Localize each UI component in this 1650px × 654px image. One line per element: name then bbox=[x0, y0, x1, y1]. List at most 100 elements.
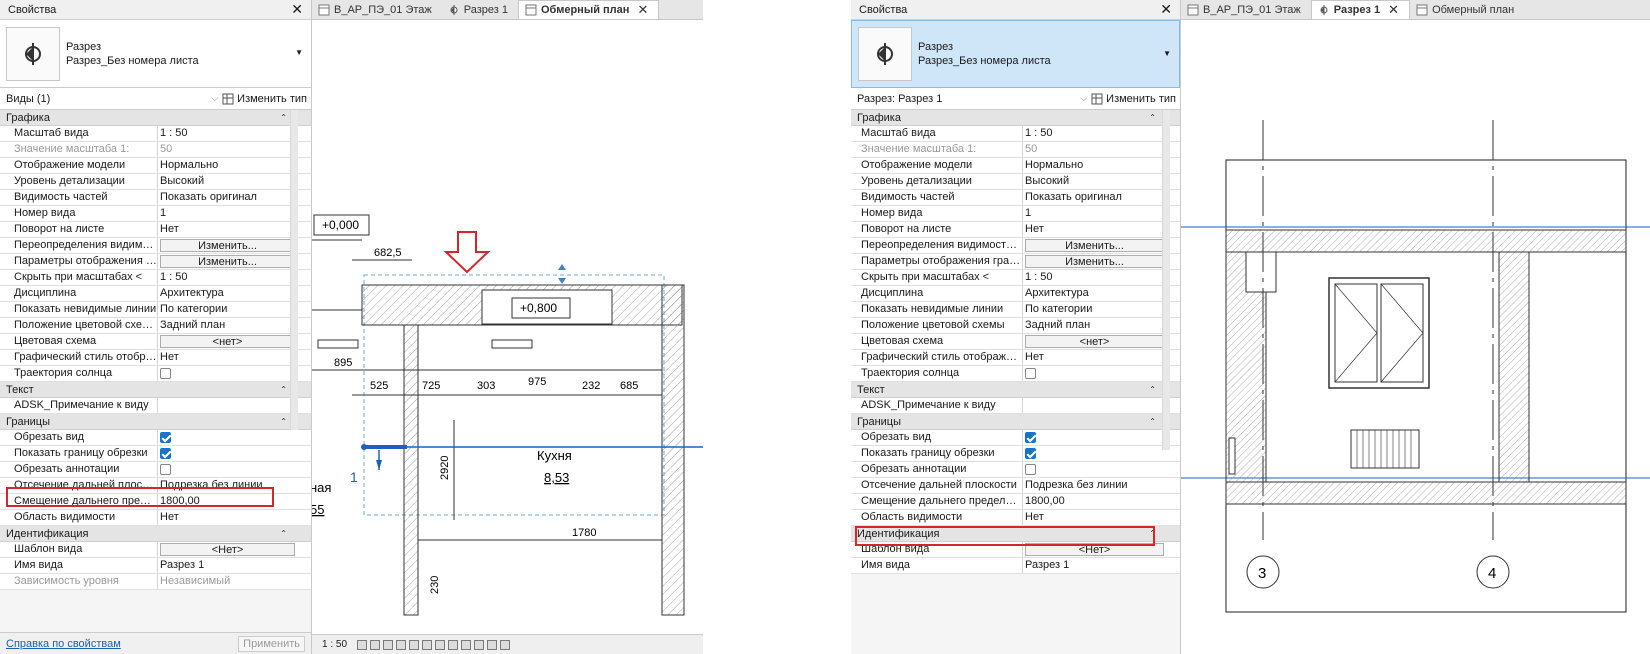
property-value[interactable]: 1 : 50 bbox=[1023, 126, 1180, 141]
property-value[interactable]: Нет bbox=[158, 510, 311, 525]
property-button[interactable]: <нет> bbox=[160, 335, 295, 348]
chevron-down-icon[interactable]: ⌵ bbox=[211, 93, 218, 104]
property-value[interactable]: 1800,00 bbox=[1023, 494, 1180, 509]
property-row[interactable]: Номер вида 1 bbox=[0, 206, 311, 222]
checkbox-checked-icon[interactable] bbox=[1025, 448, 1036, 460]
property-value[interactable]: Нет bbox=[1023, 222, 1180, 237]
property-checkbox[interactable] bbox=[158, 462, 311, 477]
checkbox-checked-icon[interactable] bbox=[160, 432, 171, 444]
property-row[interactable]: Имя вида Разрез 1 bbox=[0, 558, 311, 574]
section-header-text[interactable]: Текст ⌃ bbox=[851, 382, 1180, 398]
property-value[interactable]: Изменить... bbox=[158, 254, 311, 269]
property-button[interactable]: Изменить... bbox=[160, 239, 295, 252]
property-button[interactable]: Изменить... bbox=[1025, 239, 1164, 252]
property-button[interactable]: Изменить... bbox=[1025, 255, 1164, 268]
property-value[interactable]: 1 : 50 bbox=[158, 270, 311, 285]
property-value[interactable]: Нормально bbox=[1023, 158, 1180, 173]
property-checkbox[interactable] bbox=[1023, 446, 1180, 461]
property-row[interactable]: Поворот на листе Нет bbox=[851, 222, 1180, 238]
property-value[interactable]: 50 bbox=[158, 142, 311, 157]
collapse-icon[interactable]: ⌃ bbox=[1149, 417, 1156, 426]
property-value[interactable]: Задний план bbox=[158, 318, 311, 333]
property-button[interactable]: Изменить... bbox=[160, 255, 295, 268]
property-row[interactable]: Траектория солнца bbox=[0, 366, 311, 382]
property-value[interactable]: Нет bbox=[1023, 510, 1180, 525]
section-header-text[interactable]: Текст ⌃ bbox=[0, 382, 311, 398]
property-value[interactable]: Нет bbox=[158, 222, 311, 237]
property-row[interactable]: Положение цветовой схемы Задний план bbox=[851, 318, 1180, 334]
close-icon[interactable]: ✕ bbox=[1388, 2, 1399, 18]
chevron-down-icon[interactable]: ⌵ bbox=[1080, 93, 1087, 104]
section-header-graphics[interactable]: Графика ⌃ bbox=[0, 110, 311, 126]
close-icon[interactable]: ✕ bbox=[291, 1, 303, 18]
checkbox-empty-icon[interactable] bbox=[160, 368, 171, 380]
chevron-down-icon[interactable]: ▼ bbox=[1163, 49, 1171, 58]
property-row[interactable]: Обрезать аннотации bbox=[0, 462, 311, 478]
property-row[interactable]: Скрыть при масштабах <1 : 50 bbox=[0, 270, 311, 286]
property-checkbox[interactable] bbox=[1023, 462, 1180, 477]
instance-selector[interactable]: Разрез: Разрез 1 ⌵ Изменить тип bbox=[851, 88, 1180, 110]
property-row[interactable]: Положение цветовой схемы Задний план bbox=[0, 318, 311, 334]
property-row[interactable]: Отображение модели Нормально bbox=[0, 158, 311, 174]
property-row[interactable]: Область видимости Нет bbox=[851, 510, 1180, 526]
collapse-icon[interactable]: ⌃ bbox=[280, 385, 287, 394]
room-name[interactable]: Кухня bbox=[537, 448, 572, 463]
section-mark-left[interactable]: 1 bbox=[350, 469, 358, 485]
checkbox-checked-icon[interactable] bbox=[160, 448, 171, 460]
section-header-identity[interactable]: Идентификация ⌃ bbox=[0, 526, 311, 542]
property-checkbox[interactable] bbox=[1023, 430, 1180, 445]
grid-label-3[interactable]: 3 bbox=[1258, 565, 1266, 582]
property-row[interactable]: Показать границу обрезки bbox=[0, 446, 311, 462]
property-button[interactable]: <Нет> bbox=[160, 543, 295, 556]
property-row[interactable]: Масштаб вида 1 : 50 bbox=[851, 126, 1180, 142]
property-button[interactable]: <нет> bbox=[1025, 335, 1164, 348]
property-row[interactable]: Показать границу обрезки bbox=[851, 446, 1180, 462]
property-checkbox[interactable] bbox=[158, 366, 311, 381]
property-value[interactable]: <Нет> bbox=[158, 542, 311, 557]
grid-label-4[interactable]: 4 bbox=[1488, 565, 1496, 582]
property-row[interactable]: Параметры отображения граф...Изменить... bbox=[0, 254, 311, 270]
apply-button[interactable]: Применить bbox=[238, 635, 305, 652]
properties-scrollbar[interactable] bbox=[290, 110, 298, 430]
edit-type-button[interactable]: Изменить тип bbox=[1091, 93, 1176, 105]
property-row[interactable]: Видимость частей Показать оригинал bbox=[851, 190, 1180, 206]
tab-floor-plan[interactable]: В_АР_ПЭ_01 Этаж bbox=[1181, 0, 1311, 19]
property-row[interactable]: Значение масштаба 1: 50 bbox=[851, 142, 1180, 158]
properties-scrollbar[interactable] bbox=[1162, 110, 1170, 450]
checkbox-empty-icon[interactable] bbox=[160, 464, 171, 476]
tab-section[interactable]: Разрез 1 bbox=[442, 0, 518, 19]
property-checkbox[interactable] bbox=[158, 446, 311, 461]
property-row[interactable]: Смещение дальнего предела с...1800,00 bbox=[851, 494, 1180, 510]
property-row[interactable]: Отображение модели Нормально bbox=[851, 158, 1180, 174]
property-value[interactable] bbox=[158, 398, 311, 413]
property-row[interactable]: Переопределения видимости/...Изменить... bbox=[0, 238, 311, 254]
tab-survey-plan[interactable]: Обмерный план ✕ bbox=[518, 0, 660, 19]
property-row[interactable]: Поворот на листе Нет bbox=[0, 222, 311, 238]
level-tag-1[interactable]: +0,000 bbox=[322, 218, 359, 232]
property-row[interactable]: Скрыть при масштабах <1 : 50 bbox=[851, 270, 1180, 286]
collapse-icon[interactable]: ⌃ bbox=[280, 529, 287, 538]
property-value[interactable]: 1 : 50 bbox=[158, 126, 311, 141]
close-icon[interactable]: ✕ bbox=[1160, 1, 1172, 18]
property-value[interactable]: Нет bbox=[158, 350, 311, 365]
property-value[interactable]: Высокий bbox=[1023, 174, 1180, 189]
property-row[interactable]: Уровень детализации Высокий bbox=[851, 174, 1180, 190]
property-value[interactable]: Высокий bbox=[158, 174, 311, 189]
collapse-icon[interactable]: ⌃ bbox=[1149, 113, 1156, 122]
property-value[interactable]: Изменить... bbox=[1023, 254, 1180, 269]
property-row[interactable]: Отсечение дальней плоскости Подрезка без … bbox=[851, 478, 1180, 494]
property-row[interactable]: Графический стиль отображен...Нет bbox=[851, 350, 1180, 366]
property-value[interactable]: По категории bbox=[158, 302, 311, 317]
property-row[interactable]: Уровень детализации Высокий bbox=[0, 174, 311, 190]
property-value[interactable]: Разрез 1 bbox=[1023, 558, 1180, 573]
checkbox-empty-icon[interactable] bbox=[1025, 464, 1036, 476]
property-value[interactable]: Изменить... bbox=[158, 238, 311, 253]
properties-help-link[interactable]: Справка по свойствам bbox=[6, 638, 121, 650]
property-value[interactable]: 1 bbox=[1023, 206, 1180, 221]
property-row[interactable]: Показать невидимые линии По категории bbox=[851, 302, 1180, 318]
property-row[interactable]: Значение масштаба 1: 50 bbox=[0, 142, 311, 158]
property-value[interactable]: Задний план bbox=[1023, 318, 1180, 333]
drawing-canvas[interactable]: 3 4 bbox=[1181, 20, 1650, 654]
property-row[interactable]: Графический стиль отображен...Нет bbox=[0, 350, 311, 366]
property-checkbox[interactable] bbox=[1023, 366, 1180, 381]
